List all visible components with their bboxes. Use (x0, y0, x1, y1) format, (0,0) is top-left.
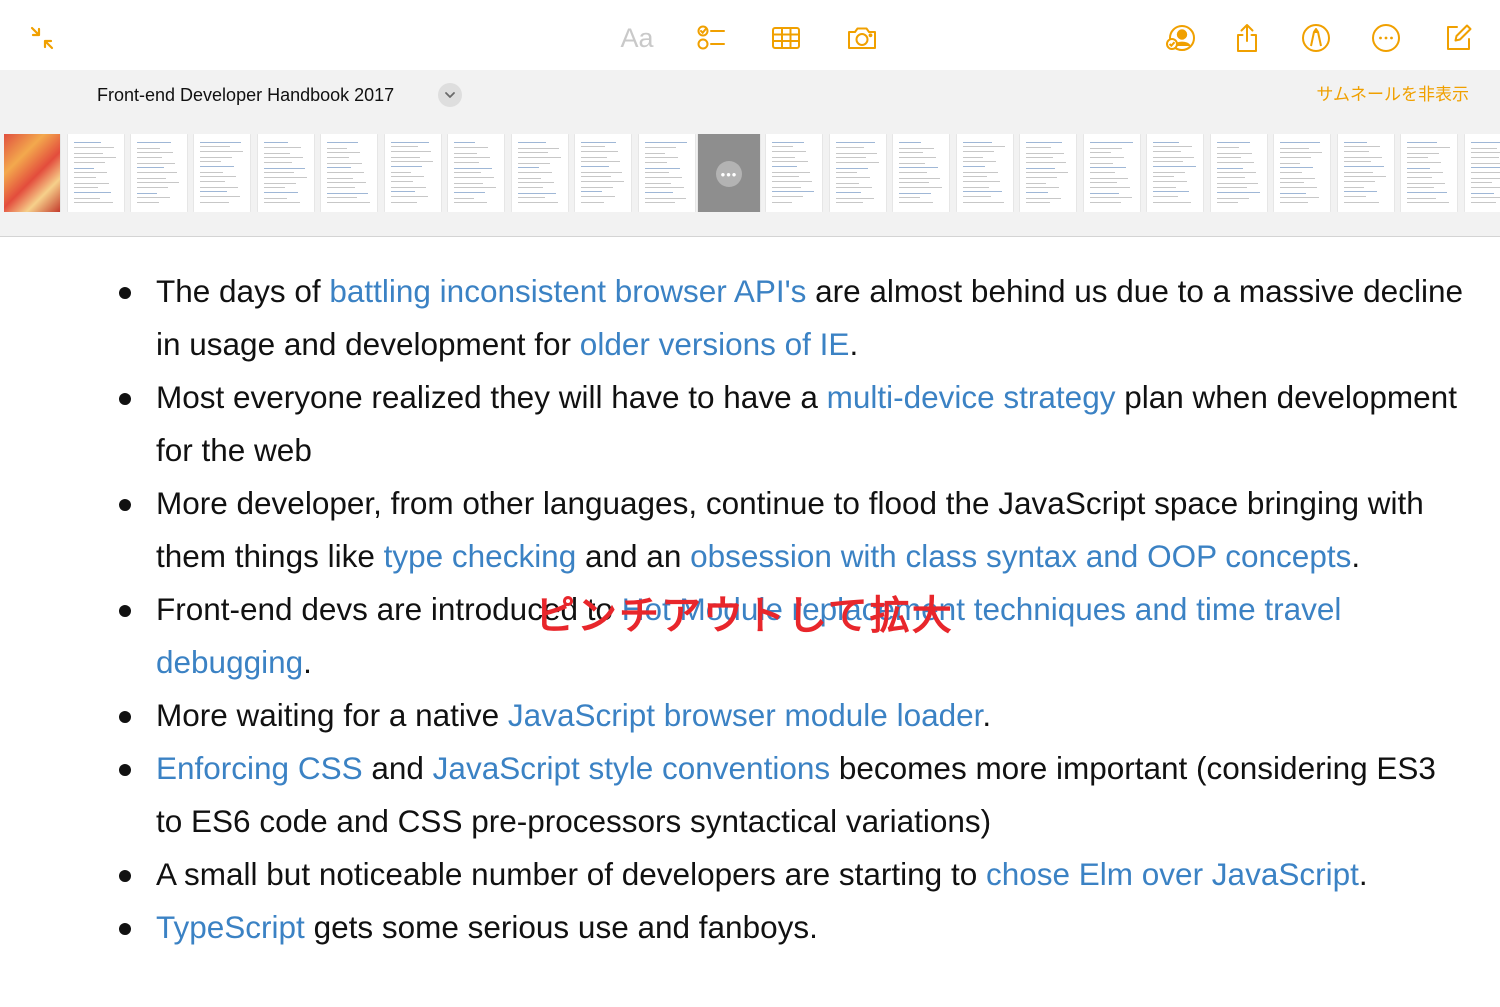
text-run: . (1358, 856, 1368, 892)
chevron-down-icon[interactable] (438, 83, 462, 107)
thumbnail-page[interactable] (258, 134, 314, 212)
page-thumbnails: ••• (4, 134, 1500, 212)
bullet-dot (119, 923, 131, 935)
table-icon[interactable] (766, 18, 806, 58)
text-run: More waiting for a native (156, 697, 508, 733)
thumbnail-page[interactable] (1274, 134, 1330, 212)
document-title: Front-end Developer Handbook 2017 (97, 85, 395, 105)
toolbar: Aa (0, 0, 1500, 70)
list-item: TypeScript gets some serious use and fan… (0, 901, 1500, 954)
bullet-dot (119, 287, 131, 299)
thumbnail-cover-page[interactable] (4, 134, 60, 212)
inline-link[interactable]: JavaScript browser module loader (508, 697, 982, 733)
thumbnail-page[interactable] (575, 134, 631, 212)
bullet-dot (119, 393, 131, 405)
thumbnail-page[interactable] (1465, 134, 1500, 212)
thumbnail-page[interactable] (1338, 134, 1394, 212)
thumbnail-page[interactable] (385, 134, 441, 212)
ellipsis-circle-icon[interactable] (1366, 18, 1406, 58)
inline-link[interactable]: type checking (384, 538, 577, 574)
markup-pen-icon[interactable] (1296, 18, 1336, 58)
camera-icon[interactable] (842, 18, 882, 58)
hide-thumbnails-button[interactable]: サムネールを非表示 (1316, 84, 1469, 106)
text-run: A small but noticeable number of develop… (156, 856, 986, 892)
bullet-dot (119, 605, 131, 617)
compose-icon[interactable] (1438, 18, 1478, 58)
inline-link[interactable]: Enforcing CSS (156, 750, 363, 786)
thumbnail-page[interactable] (194, 134, 250, 212)
bullet-dot (119, 870, 131, 882)
pinch-out-annotation: ピンチアウトして拡大 (535, 593, 954, 639)
inline-link[interactable]: TypeScript (156, 909, 305, 945)
text-run: . (849, 326, 859, 362)
text-run: Most everyone realized they will have to… (156, 379, 827, 415)
thumbnail-page[interactable] (639, 134, 695, 212)
inline-link[interactable]: JavaScript style conventions (433, 750, 830, 786)
thumbnail-page[interactable] (68, 134, 124, 212)
ellipsis-icon: ••• (716, 161, 742, 187)
thumbnail-page[interactable] (131, 134, 187, 212)
thumbnail-page[interactable] (1401, 134, 1457, 212)
thumbnail-page[interactable] (893, 134, 949, 212)
inline-link[interactable]: chose Elm over JavaScript (986, 856, 1359, 892)
inline-link[interactable]: multi-device strategy (827, 379, 1116, 415)
list-item: Most everyone realized they will have to… (0, 371, 1500, 477)
collaborate-icon[interactable] (1160, 18, 1200, 58)
text-run: . (303, 644, 312, 680)
thumbnail-strip: Front-end Developer Handbook 2017 サムネールを… (0, 70, 1500, 237)
inline-link[interactable]: obsession with class syntax and OOP conc… (690, 538, 1351, 574)
text-run: and (362, 750, 433, 786)
inline-link[interactable]: older versions of IE (580, 326, 850, 362)
bullet-dot (119, 711, 131, 723)
text-run: . (982, 697, 992, 733)
list-item: The days of battling inconsistent browse… (0, 265, 1500, 371)
bullet-dot (119, 764, 131, 776)
list-item: More waiting for a native JavaScript bro… (0, 689, 1500, 742)
list-item: More developer, from other languages, co… (0, 477, 1500, 583)
thumbnail-page[interactable] (321, 134, 377, 212)
list-item: Enforcing CSS and JavaScript style conve… (0, 742, 1500, 848)
thumbnail-page[interactable] (957, 134, 1013, 212)
thumbnail-page[interactable] (1147, 134, 1203, 212)
thumbnail-page[interactable] (448, 134, 504, 212)
text-run: gets some serious use and fanboys. (304, 909, 818, 945)
thumbnail-page[interactable] (766, 134, 822, 212)
thumbnail-page[interactable] (512, 134, 568, 212)
thumbnail-page[interactable] (830, 134, 886, 212)
text-run: . (1351, 538, 1361, 574)
inline-link[interactable]: battling inconsistent browser API's (329, 273, 806, 309)
thumbnail-page[interactable] (1020, 134, 1076, 212)
list-item: A small but noticeable number of develop… (0, 848, 1500, 901)
collapse-arrows-icon[interactable] (22, 18, 62, 58)
thumbnail-current-page[interactable]: ••• (698, 134, 760, 212)
thumbnail-page[interactable] (1211, 134, 1267, 212)
format-text-button[interactable]: Aa (614, 20, 660, 56)
thumbnail-page[interactable] (1084, 134, 1140, 212)
text-run: and an (576, 538, 691, 574)
text-run: The days of (156, 273, 330, 309)
bullet-dot (119, 499, 131, 511)
checklist-icon[interactable] (691, 18, 731, 58)
share-icon[interactable] (1227, 18, 1267, 58)
